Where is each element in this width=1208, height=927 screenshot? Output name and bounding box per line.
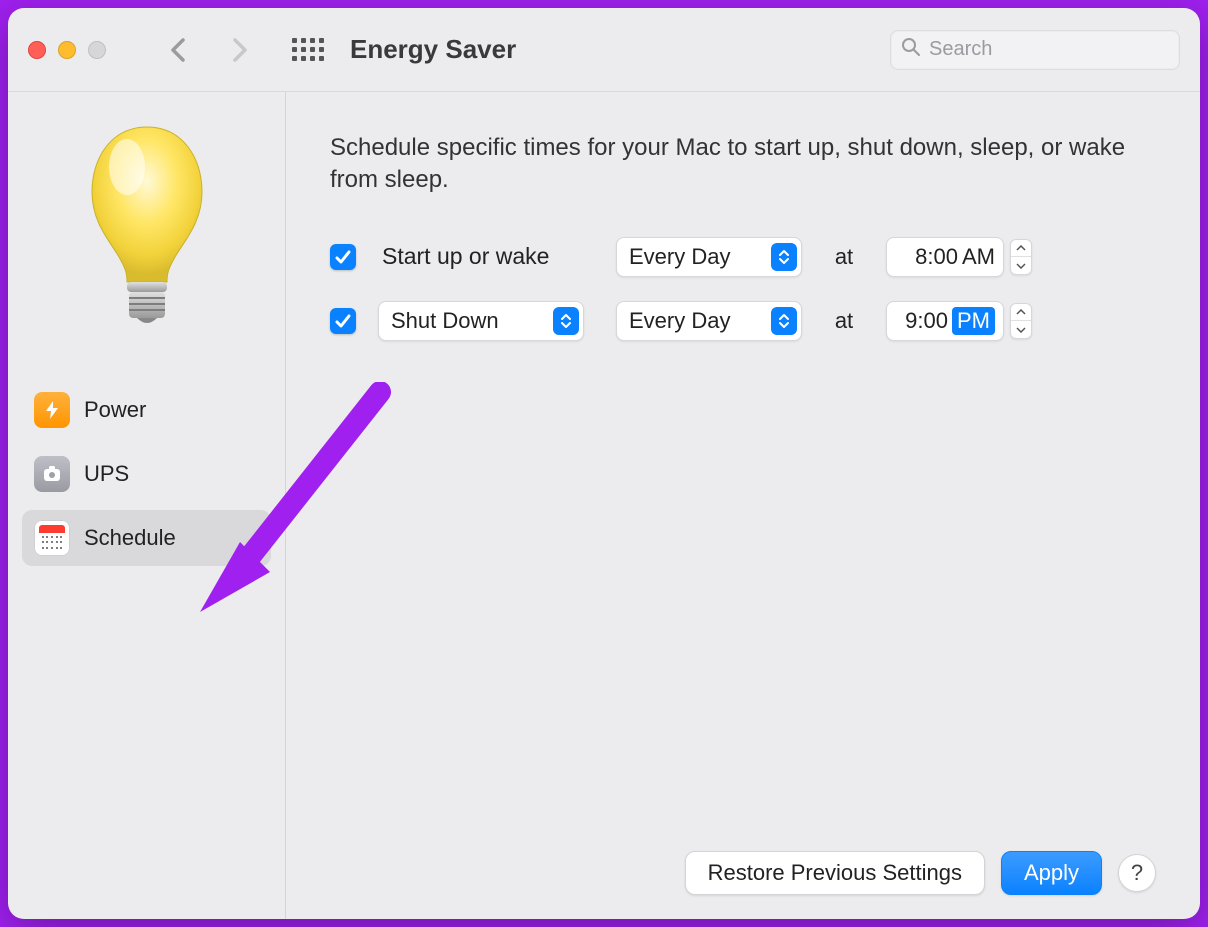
shutdown-frequency-select[interactable]: Every Day — [616, 301, 802, 341]
startup-checkbox[interactable] — [330, 244, 356, 270]
search-field[interactable] — [890, 30, 1180, 70]
sidebar: Power UPS Schedule — [8, 92, 286, 919]
shutdown-action-select[interactable]: Shut Down — [378, 301, 584, 341]
power-icon — [34, 392, 70, 428]
nav-buttons — [164, 35, 254, 65]
time-value: 8:00 — [915, 244, 958, 270]
apply-button[interactable]: Apply — [1001, 851, 1102, 895]
sidebar-item-label: Power — [84, 397, 146, 423]
sidebar-list: Power UPS Schedule — [22, 382, 271, 566]
stepper-up-icon — [1011, 304, 1031, 322]
sidebar-item-label: UPS — [84, 461, 129, 487]
schedule-row-shutdown: Shut Down Every Day — [330, 301, 1156, 341]
startup-time-field[interactable]: 8:00 AM — [886, 237, 1004, 277]
window-title: Energy Saver — [350, 34, 872, 65]
sidebar-item-schedule[interactable]: Schedule — [22, 510, 271, 566]
shutdown-time-field[interactable]: 9:00 PM — [886, 301, 1004, 341]
schedule-row-startup: Start up or wake Every Day at 8:00 AM — [330, 237, 1156, 277]
startup-label: Start up or wake — [378, 243, 608, 270]
calendar-icon — [34, 520, 70, 556]
chevrons-icon — [771, 243, 797, 271]
time-ampm: PM — [952, 307, 995, 335]
shutdown-time-group: 9:00 PM — [886, 301, 1032, 341]
footer: Restore Previous Settings Apply ? — [330, 831, 1156, 895]
traffic-lights — [28, 41, 106, 59]
select-value: Every Day — [629, 244, 765, 270]
select-value: Every Day — [629, 308, 765, 334]
window-body: Power UPS Schedule Schedule — [8, 92, 1200, 919]
back-button[interactable] — [164, 35, 194, 65]
search-icon — [901, 37, 921, 62]
preferences-window: Energy Saver — [8, 8, 1200, 919]
content-pane: Schedule specific times for your Mac to … — [286, 92, 1200, 919]
help-button[interactable]: ? — [1118, 854, 1156, 892]
stepper-down-icon — [1011, 321, 1031, 338]
stepper-up-icon — [1011, 240, 1031, 258]
sidebar-item-ups[interactable]: UPS — [22, 446, 271, 502]
zoom-button[interactable] — [88, 41, 106, 59]
select-value: Shut Down — [391, 308, 547, 334]
chevrons-icon — [553, 307, 579, 335]
show-all-button[interactable] — [292, 38, 324, 61]
ups-icon — [34, 456, 70, 492]
at-label: at — [824, 308, 864, 334]
restore-previous-button[interactable]: Restore Previous Settings — [685, 851, 985, 895]
sidebar-item-label: Schedule — [84, 525, 176, 551]
forward-button[interactable] — [224, 35, 254, 65]
sidebar-item-power[interactable]: Power — [22, 382, 271, 438]
time-ampm: AM — [962, 244, 995, 270]
close-button[interactable] — [28, 41, 46, 59]
schedule-description: Schedule specific times for your Mac to … — [330, 132, 1156, 197]
shutdown-checkbox[interactable] — [330, 308, 356, 334]
time-value: 9:00 — [905, 308, 948, 334]
stepper-down-icon — [1011, 257, 1031, 274]
energy-saver-icon — [22, 122, 271, 332]
startup-time-stepper[interactable] — [1010, 239, 1032, 275]
chevrons-icon — [771, 307, 797, 335]
startup-time-group: 8:00 AM — [886, 237, 1032, 277]
search-input[interactable] — [929, 38, 1169, 61]
schedule-rows: Start up or wake Every Day at 8:00 AM — [330, 237, 1156, 341]
shutdown-time-stepper[interactable] — [1010, 303, 1032, 339]
minimize-button[interactable] — [58, 41, 76, 59]
toolbar: Energy Saver — [8, 8, 1200, 92]
at-label: at — [824, 244, 864, 270]
startup-frequency-select[interactable]: Every Day — [616, 237, 802, 277]
